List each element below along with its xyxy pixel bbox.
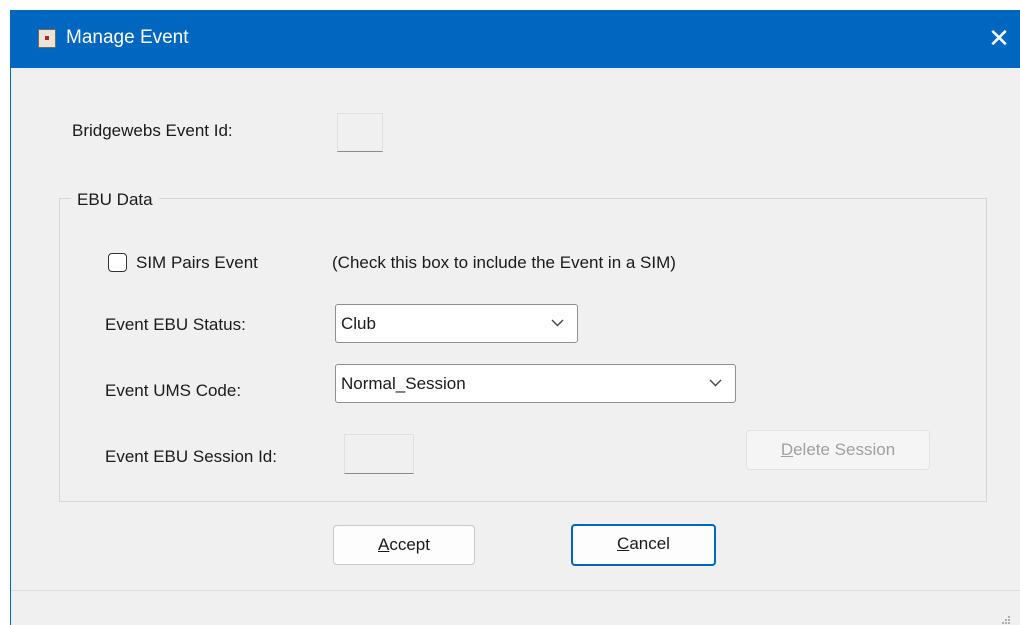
accept-mnemonic: A [378, 535, 390, 554]
event-ums-code-label: Event UMS Code: [105, 381, 242, 400]
cancel-mnemonic: C [617, 534, 630, 553]
title-bar[interactable]: Manage Event ✕ [11, 10, 1020, 68]
delete-session-label: elete Session [793, 440, 896, 459]
delete-session-mnemonic: D [780, 440, 794, 459]
chevron-down-icon [709, 379, 722, 387]
chevron-down-icon [551, 319, 564, 327]
cancel-label: ancel [629, 534, 670, 553]
app-icon [38, 29, 56, 48]
close-icon[interactable]: ✕ [979, 20, 1019, 58]
status-bar-divider [11, 590, 1020, 591]
event-ums-code-value: Normal_Session [341, 374, 466, 393]
event-ebu-status-label: Event EBU Status: [105, 315, 246, 334]
window-title: Manage Event [66, 27, 189, 48]
sim-pairs-checkbox[interactable] [108, 253, 127, 272]
bridgewebs-event-id-field[interactable] [337, 113, 383, 152]
ebu-data-group-label: EBU Data [71, 190, 159, 210]
sim-pairs-label[interactable]: SIM Pairs Event [136, 253, 258, 273]
accept-button[interactable]: Accept [333, 525, 475, 565]
event-ebu-session-id-label: Event EBU Session Id: [105, 447, 277, 466]
cancel-button[interactable]: Cancel [571, 524, 716, 566]
sim-pairs-hint: (Check this box to include the Event in … [332, 253, 676, 272]
manage-event-dialog: Manage Event ✕ Bridgewebs Event Id: EBU … [10, 10, 1020, 625]
event-ebu-session-id-field[interactable] [344, 434, 414, 474]
resize-grip-icon[interactable] [1001, 615, 1011, 625]
event-ebu-status-value: Club [341, 314, 376, 333]
accept-label: ccept [389, 535, 430, 554]
event-ums-code-select[interactable]: Normal_Session [335, 364, 736, 403]
event-ebu-status-select[interactable]: Club [335, 304, 578, 343]
delete-session-button[interactable]: Delete Session [746, 430, 930, 470]
bridgewebs-event-id-label: Bridgewebs Event Id: [72, 121, 233, 140]
